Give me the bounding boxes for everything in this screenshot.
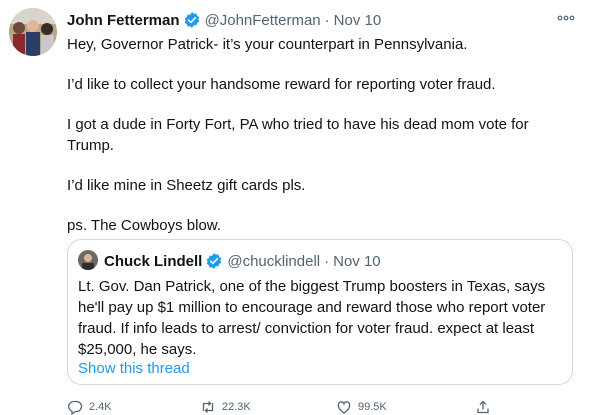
more-options-icon[interactable] (554, 10, 578, 26)
tweet-timestamp[interactable]: Nov 10 (334, 12, 382, 29)
retweet-button[interactable]: 22.3K (200, 399, 251, 415)
tweet-text: Hey, Governor Patrick- it’s your counter… (67, 34, 572, 255)
tweet-actions: 2.4K 22.3K 99.5K (67, 399, 572, 415)
verified-badge-icon (205, 252, 223, 270)
share-icon (477, 400, 489, 414)
share-button[interactable] (475, 399, 491, 415)
retweet-count: 22.3K (222, 401, 251, 413)
quoted-header-separator: · (324, 252, 330, 270)
retweet-icon (202, 401, 214, 413)
tweet-paragraph: ps. The Cowboys blow. (67, 217, 221, 234)
quoted-author-avatar (78, 250, 98, 270)
reply-count: 2.4K (89, 401, 112, 413)
quoted-tweet-header: Chuck Lindell @chucklindell · Nov 10 (104, 251, 381, 271)
verified-badge-icon (183, 11, 201, 29)
tweet-paragraph: I got a dude in Forty Fort, PA who tried… (67, 116, 529, 154)
quoted-tweet[interactable]: Chuck Lindell @chucklindell · Nov 10 Lt.… (67, 239, 573, 385)
quoted-tweet-timestamp: Nov 10 (333, 252, 381, 270)
header-separator: · (324, 11, 330, 29)
reply-icon (68, 400, 83, 415)
like-count: 99.5K (358, 401, 387, 413)
tweet-paragraph: I’d like to collect your handsome reward… (67, 76, 496, 93)
tweet-paragraph: Hey, Governor Patrick- it’s your counter… (67, 36, 468, 53)
quoted-author-name[interactable]: Chuck Lindell (104, 253, 202, 270)
quoted-tweet-text: Lt. Gov. Dan Patrick, one of the biggest… (78, 278, 546, 358)
tweet: John Fetterman @JohnFetterman · Nov 10 H… (0, 0, 590, 415)
like-button[interactable]: 99.5K (336, 399, 387, 415)
reply-button[interactable]: 2.4K (67, 399, 112, 415)
author-handle[interactable]: @JohnFetterman (205, 12, 321, 29)
tweet-header: John Fetterman @JohnFetterman · Nov 10 (67, 10, 381, 30)
show-thread-link[interactable]: Show this thread (78, 360, 190, 377)
tweet-paragraph: I’d like mine in Sheetz gift cards pls. (67, 177, 306, 194)
author-avatar[interactable] (9, 8, 57, 56)
quoted-author-handle[interactable]: @chucklindell (227, 253, 320, 270)
like-icon (337, 401, 351, 414)
author-name[interactable]: John Fetterman (67, 12, 180, 29)
